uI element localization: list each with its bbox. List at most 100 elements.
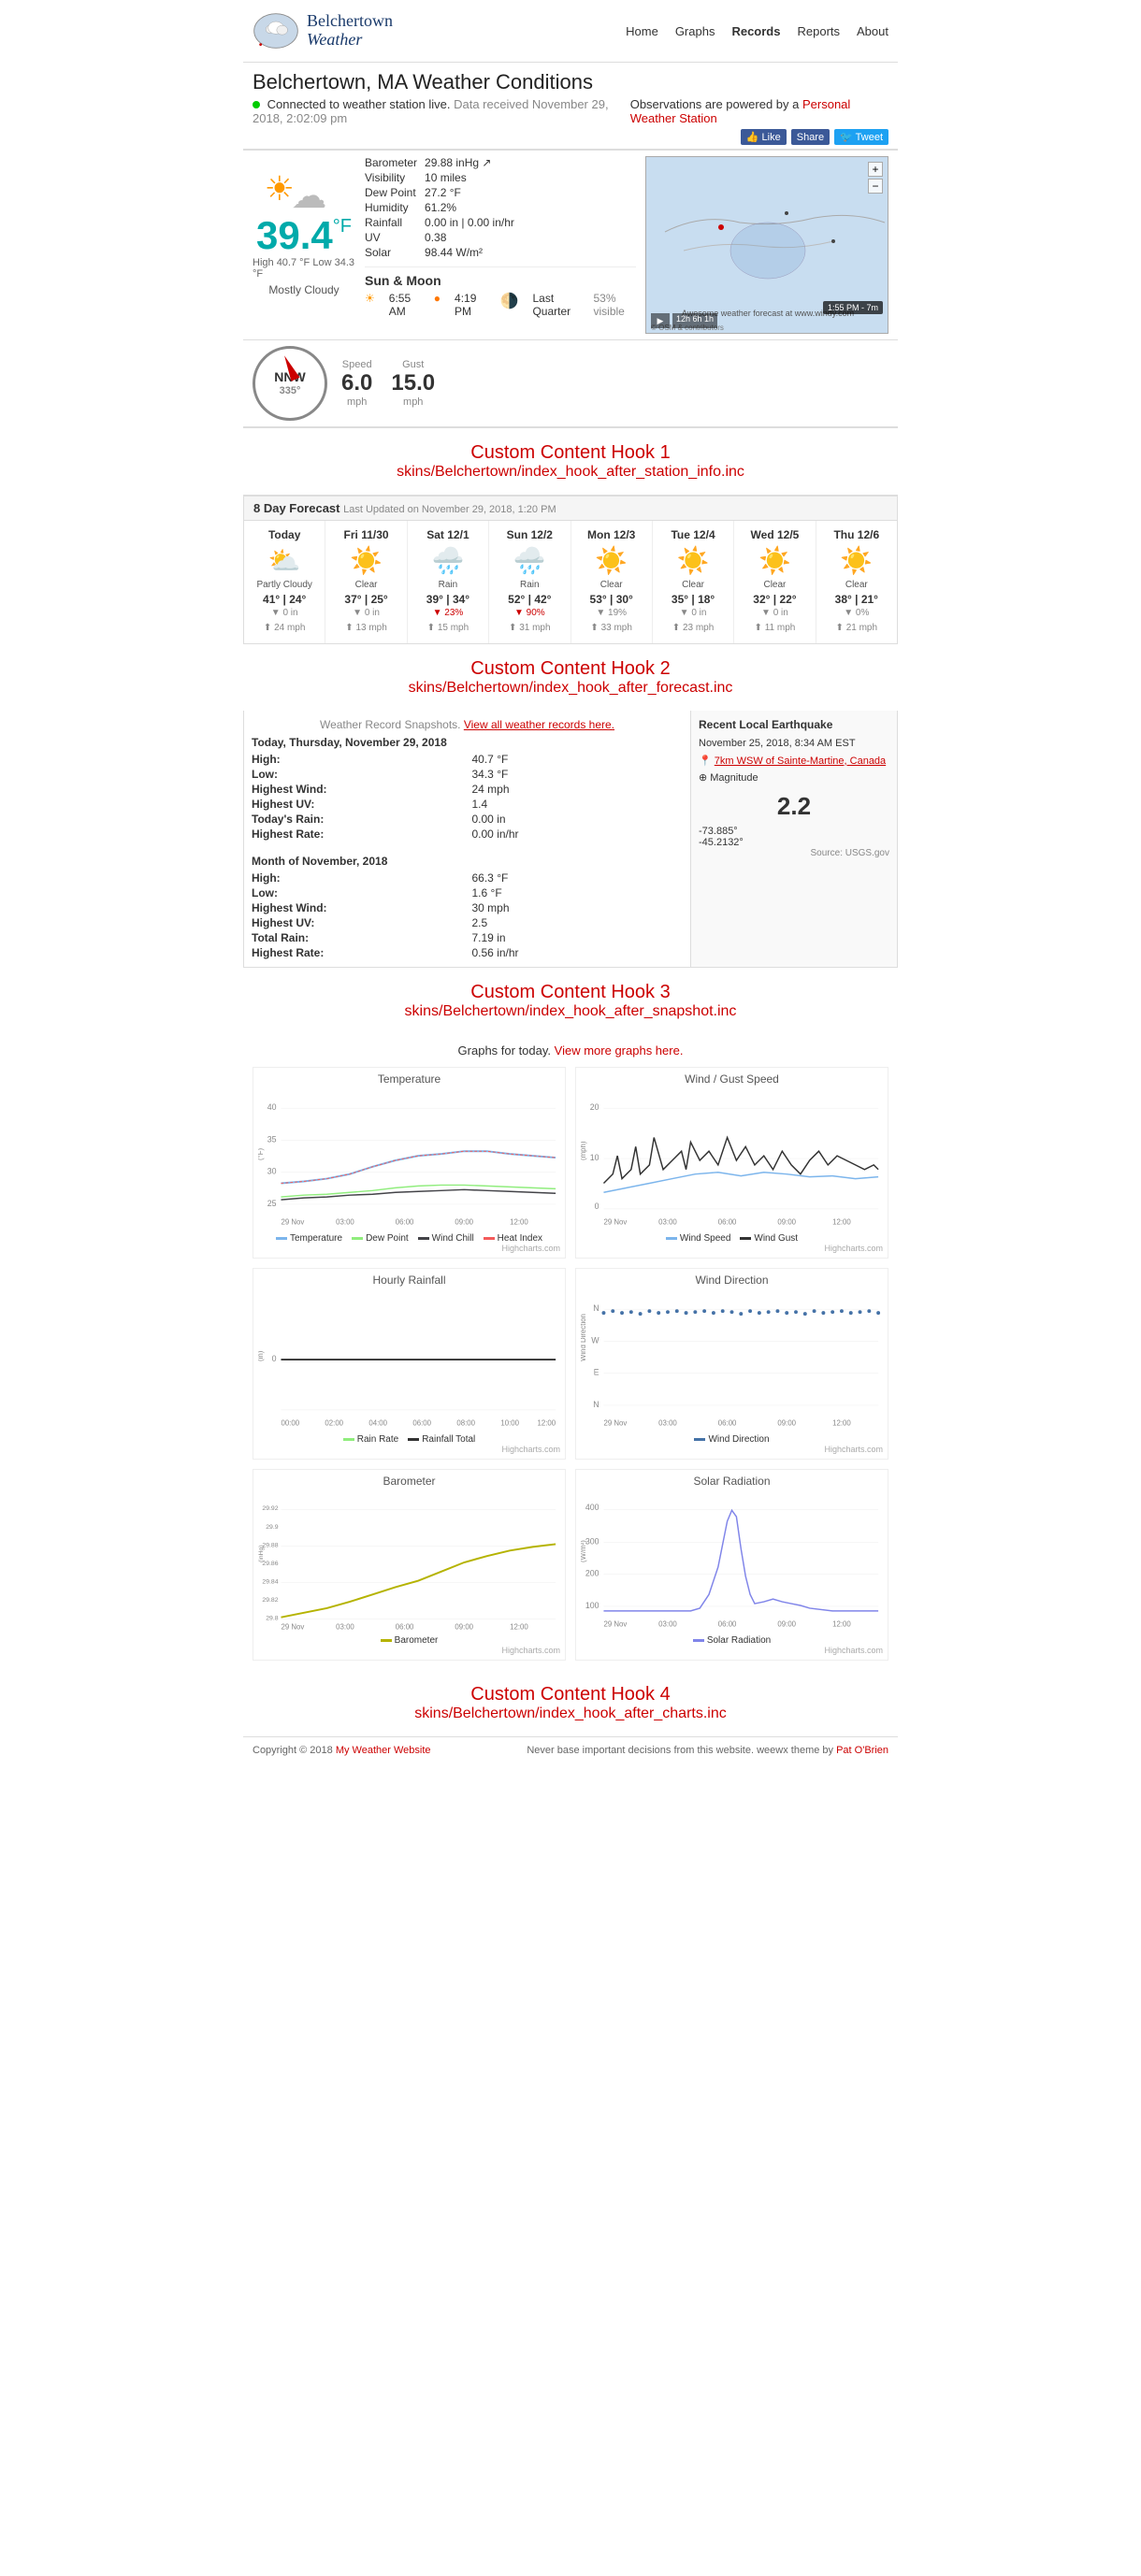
custom-hook-2-title: Custom Content Hook 2 bbox=[253, 658, 888, 680]
map-play-btn[interactable]: ▶ bbox=[651, 313, 670, 328]
footer-copyright: Copyright © 2018 My Weather Website bbox=[253, 1745, 431, 1756]
eq-mag-value: 2.2 bbox=[699, 792, 889, 821]
svg-text:09:00: 09:00 bbox=[777, 1620, 796, 1629]
conditions-data: Barometer 29.88 inHg ↗ Visibility 10 mil… bbox=[365, 156, 636, 259]
winddir-chart: Wind Direction N W E N bbox=[575, 1268, 888, 1460]
connected-indicator bbox=[253, 101, 260, 108]
baro-chart-title: Barometer bbox=[258, 1475, 560, 1488]
moon-phase-icon: 🌗 bbox=[500, 292, 519, 318]
temp-chart-legend: Temperature Dew Point Wind Chill Heat In… bbox=[258, 1233, 560, 1244]
logo[interactable]: ● Belchertown Weather bbox=[253, 7, 393, 54]
records-view-link[interactable]: View all weather records here. bbox=[464, 718, 614, 731]
svg-text:06:00: 06:00 bbox=[718, 1218, 737, 1227]
tw-tweet-button[interactable]: 🐦 Tweet bbox=[834, 129, 888, 145]
weather-icon-large: ☀ ☁ bbox=[265, 156, 344, 212]
today-high: 40.7 °F bbox=[472, 753, 684, 766]
temperature-display: 39.4 °F bbox=[256, 216, 352, 255]
nav-home[interactable]: Home bbox=[626, 24, 658, 38]
custom-hook-3-path: skins/Belchertown/index_hook_after_snaps… bbox=[253, 1003, 888, 1020]
map-time-labels: 12h 6h 1h bbox=[672, 313, 717, 328]
month-huv: 2.5 bbox=[472, 916, 684, 929]
zoom-out-btn[interactable]: − bbox=[868, 179, 883, 194]
svg-text:06:00: 06:00 bbox=[718, 1419, 737, 1428]
footer-theme-author[interactable]: Pat O'Brien bbox=[836, 1745, 888, 1756]
baro-chart-credit: Highcharts.com bbox=[258, 1646, 560, 1655]
zoom-in-btn[interactable]: + bbox=[868, 162, 883, 177]
eq-location-link[interactable]: 7km WSW of Sainte-Martine, Canada bbox=[715, 756, 886, 767]
svg-text:29 Nov: 29 Nov bbox=[603, 1419, 627, 1428]
high-low: High 40.7 °F Low 34.3 °F bbox=[253, 257, 355, 280]
wind-gust: Gust 15.0 mph bbox=[391, 359, 435, 408]
eq-lat: -45.2132° bbox=[699, 837, 889, 848]
solar-label: Solar bbox=[365, 246, 417, 259]
wind-speed-value: 6.0 bbox=[341, 370, 372, 396]
header-sub: Connected to weather station live. Data … bbox=[253, 97, 888, 125]
svg-text:20: 20 bbox=[590, 1102, 599, 1112]
svg-text:03:00: 03:00 bbox=[658, 1419, 677, 1428]
custom-hook-1-path: skins/Belchertown/index_hook_after_stati… bbox=[253, 464, 888, 481]
rainfall-value: 0.00 in | 0.00 in/hr bbox=[425, 216, 636, 229]
sunrise-icon: ☀ bbox=[365, 292, 375, 318]
conditions-center: Barometer 29.88 inHg ↗ Visibility 10 mil… bbox=[365, 156, 636, 334]
custom-hook-4-path: skins/Belchertown/index_hook_after_chart… bbox=[253, 1705, 888, 1722]
humidity-value: 61.2% bbox=[425, 201, 636, 214]
nav-records[interactable]: Records bbox=[731, 24, 780, 38]
svg-text:03:00: 03:00 bbox=[336, 1218, 354, 1227]
wind-chart-title: Wind / Gust Speed bbox=[581, 1072, 883, 1086]
footer-site-link[interactable]: My Weather Website bbox=[336, 1745, 431, 1756]
eq-source: Source: USGS.gov bbox=[699, 848, 889, 858]
svg-text:29 Nov: 29 Nov bbox=[281, 1218, 304, 1227]
custom-hook-2: Custom Content Hook 2 skins/Belchertown/… bbox=[243, 644, 898, 711]
nav-graphs[interactable]: Graphs bbox=[675, 24, 715, 38]
svg-text:0: 0 bbox=[595, 1202, 599, 1211]
forecast-day-2: Sat 12/1 🌧️ Rain 39° | 34° ▼ 23% ⬆ 15 mp… bbox=[408, 521, 489, 643]
svg-text:E: E bbox=[594, 1368, 599, 1377]
fb-share-button[interactable]: Share bbox=[791, 129, 830, 145]
baro-value: 29.88 inHg ↗ bbox=[425, 156, 636, 169]
svg-text:29 Nov: 29 Nov bbox=[281, 1622, 304, 1631]
svg-text:Wind Direction: Wind Direction bbox=[581, 1314, 587, 1361]
svg-text:04:00: 04:00 bbox=[368, 1419, 387, 1428]
svg-text:10:00: 10:00 bbox=[500, 1419, 519, 1428]
winddir-chart-svg: N W E N bbox=[581, 1291, 883, 1432]
today-hr: 0.00 in/hr bbox=[472, 827, 684, 841]
page-header: Belchertown, MA Weather Conditions Conne… bbox=[243, 63, 898, 149]
svg-text:N: N bbox=[593, 1303, 599, 1313]
solar-chart: Solar Radiation 400 300 200 100 29 Nov 0… bbox=[575, 1469, 888, 1661]
svg-text:29.9: 29.9 bbox=[266, 1524, 279, 1531]
month-low: 1.6 °F bbox=[472, 886, 684, 899]
solar-chart-title: Solar Radiation bbox=[581, 1475, 883, 1488]
nav-reports[interactable]: Reports bbox=[797, 24, 840, 38]
svg-text:12:00: 12:00 bbox=[538, 1419, 556, 1428]
wind-values: Speed 6.0 mph Gust 15.0 mph bbox=[341, 359, 435, 408]
solar-chart-legend: Solar Radiation bbox=[581, 1635, 883, 1646]
records-section: Weather Record Snapshots. View all weath… bbox=[243, 711, 898, 968]
today-huv: 1.4 bbox=[472, 798, 684, 811]
custom-hook-4: Custom Content Hook 4 skins/Belchertown/… bbox=[243, 1670, 898, 1736]
temperature-value: 39.4 bbox=[256, 216, 333, 255]
moon-phase: Last Quarter bbox=[532, 292, 579, 318]
moon-visible: 53% visible bbox=[593, 292, 636, 318]
logo-text: Belchertown Weather bbox=[307, 12, 393, 50]
svg-text:12:00: 12:00 bbox=[832, 1218, 851, 1227]
graphs-view-link[interactable]: View more graphs here. bbox=[555, 1043, 684, 1058]
eq-date: November 25, 2018, 8:34 AM EST bbox=[699, 735, 889, 753]
nav-about[interactable]: About bbox=[857, 24, 888, 38]
temp-chart: Temperature 40 35 30 25 bbox=[253, 1067, 566, 1259]
svg-text:06:00: 06:00 bbox=[412, 1419, 431, 1428]
today-rain: 0.00 in bbox=[472, 813, 684, 826]
eq-long: -73.885° bbox=[699, 826, 889, 837]
wind-panel: NNW 335° Speed 6.0 mph Gust 15.0 mph bbox=[243, 340, 898, 427]
fb-like-button[interactable]: 👍 Like bbox=[741, 129, 787, 145]
svg-text:02:00: 02:00 bbox=[325, 1419, 343, 1428]
custom-hook-1-title: Custom Content Hook 1 bbox=[253, 442, 888, 464]
svg-text:N: N bbox=[593, 1400, 599, 1409]
pws-info: Observations are powered by a Personal W… bbox=[630, 97, 888, 125]
month-rain: 7.19 in bbox=[472, 931, 684, 944]
forecast-day-0: Today ⛅ Partly Cloudy 41° | 24° ▼ 0 in ⬆… bbox=[244, 521, 325, 643]
wind-speed: Speed 6.0 mph bbox=[341, 359, 372, 408]
wind-gust-value: 15.0 bbox=[391, 370, 435, 396]
winddir-chart-area: N W E N bbox=[581, 1291, 883, 1432]
records-month-date: Month of November, 2018 bbox=[252, 855, 683, 868]
svg-text:29.88: 29.88 bbox=[262, 1542, 278, 1548]
